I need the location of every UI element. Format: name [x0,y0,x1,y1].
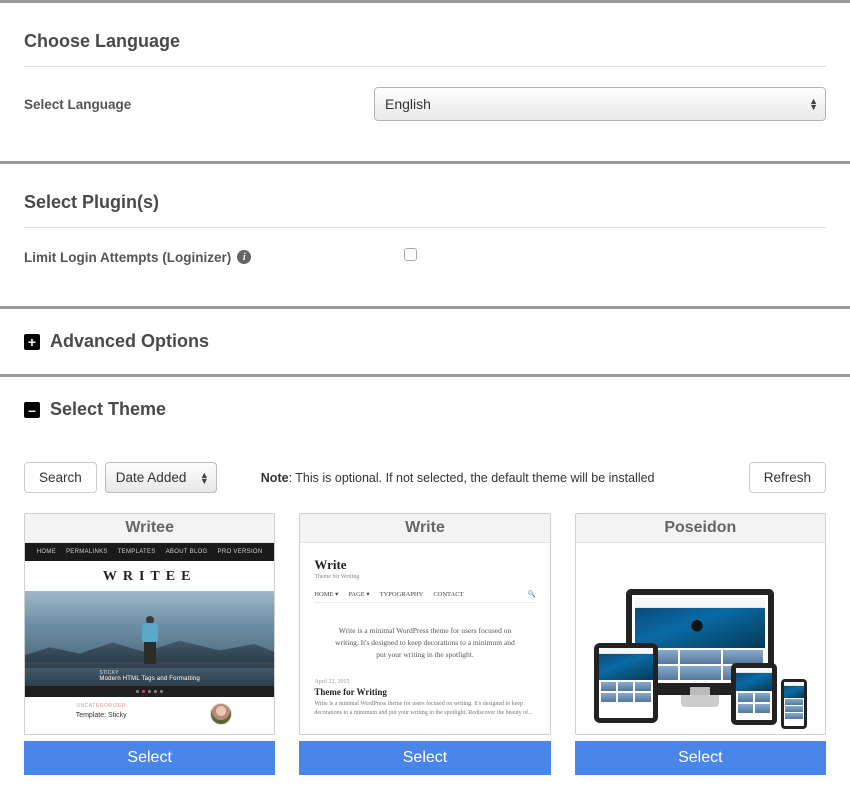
refresh-button[interactable]: Refresh [749,462,826,493]
advanced-section: + Advanced Options [0,309,850,374]
theme-note: Note: This is optional. If not selected,… [261,471,741,485]
theme-card-writee: Writee HOME PERMALINKS TEMPLATES ABOUT B… [24,513,275,775]
plugins-section: Select Plugin(s) Limit Login Attempts (L… [0,164,850,306]
search-button[interactable]: Search [24,462,97,493]
loginizer-checkbox[interactable] [404,248,417,261]
select-theme-toggle[interactable]: – Select Theme [24,377,826,442]
plugins-section-title: Select Plugin(s) [24,164,826,227]
select-theme-title: Select Theme [50,399,166,420]
select-theme-button-writee[interactable]: Select [24,741,275,775]
theme-preview-poseidon[interactable]: Poseidon [575,513,826,735]
theme-card-poseidon: Poseidon [575,513,826,775]
loginizer-label: Limit Login Attempts (Loginizer) i [24,250,374,265]
theme-preview-write[interactable]: Write Write Theme for Writing HOME ▾ PAG… [299,513,550,735]
info-icon[interactable]: i [237,250,251,264]
plus-icon: + [24,334,40,350]
theme-section: – Select Theme Search Date Added ▲▼ Note… [0,377,850,805]
theme-card-write: Write Write Theme for Writing HOME ▾ PAG… [299,513,550,775]
select-theme-button-write[interactable]: Select [299,741,550,775]
advanced-options-title: Advanced Options [50,331,209,352]
advanced-options-toggle[interactable]: + Advanced Options [24,309,826,374]
language-section-title: Choose Language [24,3,826,66]
select-language-label: Select Language [24,97,374,112]
minus-icon: – [24,402,40,418]
select-theme-button-poseidon[interactable]: Select [575,741,826,775]
language-section: Choose Language Select Language English … [0,3,850,161]
search-icon: 🔍 [528,590,536,598]
language-select[interactable]: English [374,87,826,121]
theme-preview-writee[interactable]: Writee HOME PERMALINKS TEMPLATES ABOUT B… [24,513,275,735]
theme-sort-select[interactable]: Date Added [105,462,217,493]
